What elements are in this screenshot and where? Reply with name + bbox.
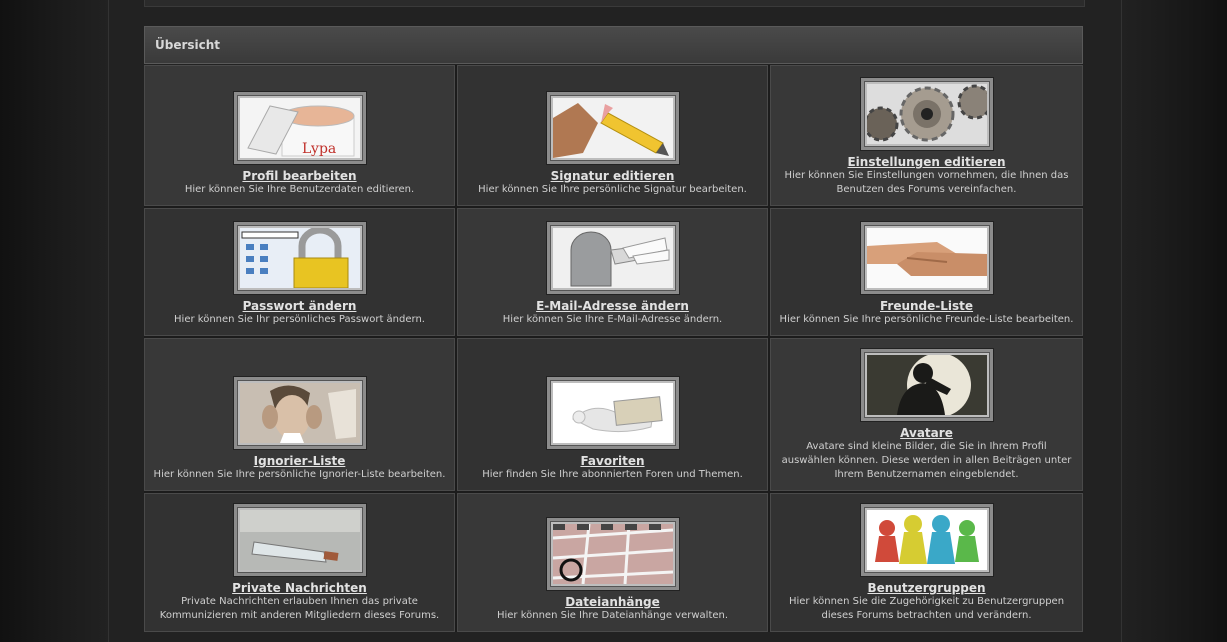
game-pieces-icon[interactable] <box>859 503 994 577</box>
overview-item-profil[interactable]: Lypa Profil bearbeiten Hier können Sie I… <box>144 65 455 206</box>
page-background-right <box>1117 0 1227 642</box>
overview-item-nachrichten[interactable]: Private Nachrichten Private Nachrichten … <box>144 493 455 632</box>
signatur-link[interactable]: Signatur editieren <box>551 169 675 183</box>
nachrichten-description: Private Nachrichten erlauben Ihnen das p… <box>159 596 440 621</box>
ignorier-link[interactable]: Ignorier-Liste <box>254 454 346 468</box>
avatare-description: Avatare sind kleine Bilder, die Sie in I… <box>781 441 1072 480</box>
mailbox-icon[interactable] <box>545 221 680 295</box>
overview-item-favoriten[interactable]: Favoriten Hier finden Sie Ihre abonniert… <box>457 338 768 491</box>
overview-item-einstellungen[interactable]: Einstellungen editieren Hier können Sie … <box>770 65 1083 206</box>
section-header: Übersicht <box>144 26 1083 64</box>
overview-item-passwort[interactable]: Passwort ändern Hier können Sie Ihr pers… <box>144 208 455 336</box>
freunde-link[interactable]: Freunde-Liste <box>880 299 973 313</box>
passwort-description: Hier können Sie Ihr persönliches Passwor… <box>174 314 425 325</box>
dove-letter-icon[interactable] <box>545 376 680 450</box>
jar-label: Lypa <box>302 141 336 157</box>
hopscotch-icon[interactable] <box>545 517 680 591</box>
benutzergruppen-description: Hier können Sie die Zugehörigkeit zu Ben… <box>788 596 1065 621</box>
dateianhaenge-link[interactable]: Dateianhänge <box>565 595 660 609</box>
signatur-description: Hier können Sie Ihre persönliche Signatu… <box>478 184 747 195</box>
overview-item-ignorier[interactable]: Ignorier-Liste Hier können Sie Ihre pers… <box>144 338 455 491</box>
benutzergruppen-link[interactable]: Benutzergruppen <box>867 581 985 595</box>
passwort-link[interactable]: Passwort ändern <box>243 299 357 313</box>
nachrichten-link[interactable]: Private Nachrichten <box>232 581 367 595</box>
favoriten-description: Hier finden Sie Ihre abonnierten Foren u… <box>482 469 743 480</box>
pencil-hand-icon[interactable] <box>545 91 680 165</box>
gears-icon[interactable] <box>859 77 994 151</box>
overview-item-dateianhaenge[interactable]: Dateianhänge Hier können Sie Ihre Dateia… <box>457 493 768 632</box>
ignorier-description: Hier können Sie Ihre persönliche Ignorie… <box>153 469 446 480</box>
email-description: Hier können Sie Ihre E-Mail-Adresse ände… <box>502 314 723 325</box>
section-title: Übersicht <box>155 38 221 52</box>
top-panel-edge <box>144 0 1085 7</box>
handshake-icon[interactable] <box>859 221 994 295</box>
overview-grid: Lypa Profil bearbeiten Hier können Sie I… <box>144 65 1083 632</box>
email-link[interactable]: E-Mail-Adresse ändern <box>536 299 689 313</box>
profil-link[interactable]: Profil bearbeiten <box>242 169 356 183</box>
covered-ears-icon[interactable] <box>232 376 367 450</box>
overview-item-email[interactable]: E-Mail-Adresse ändern Hier können Sie Ih… <box>457 208 768 336</box>
overview-item-benutzergruppen[interactable]: Benutzergruppen Hier können Sie die Zuge… <box>770 493 1083 632</box>
cream-jar-icon[interactable]: Lypa <box>232 91 367 165</box>
freunde-description: Hier können Sie Ihre persönliche Freunde… <box>779 314 1074 325</box>
avatare-link[interactable]: Avatare <box>900 426 953 440</box>
profil-description: Hier können Sie Ihre Benutzerdaten editi… <box>184 184 415 195</box>
dateianhaenge-description: Hier können Sie Ihre Dateianhänge verwal… <box>496 610 729 621</box>
einstellungen-link[interactable]: Einstellungen editieren <box>847 155 1005 169</box>
bottle-message-icon[interactable] <box>232 503 367 577</box>
overview-item-signatur[interactable]: Signatur editieren Hier können Sie Ihre … <box>457 65 768 206</box>
padlock-icon[interactable] <box>232 221 367 295</box>
page-background-left <box>0 0 110 642</box>
overview-item-avatare[interactable]: Avatare Avatare sind kleine Bilder, die … <box>770 338 1083 491</box>
silhouette-icon[interactable] <box>859 348 994 422</box>
overview-item-freunde[interactable]: Freunde-Liste Hier können Sie Ihre persö… <box>770 208 1083 336</box>
einstellungen-description: Hier können Sie Einstellungen vornehmen,… <box>784 170 1069 195</box>
favoriten-link[interactable]: Favoriten <box>580 454 644 468</box>
